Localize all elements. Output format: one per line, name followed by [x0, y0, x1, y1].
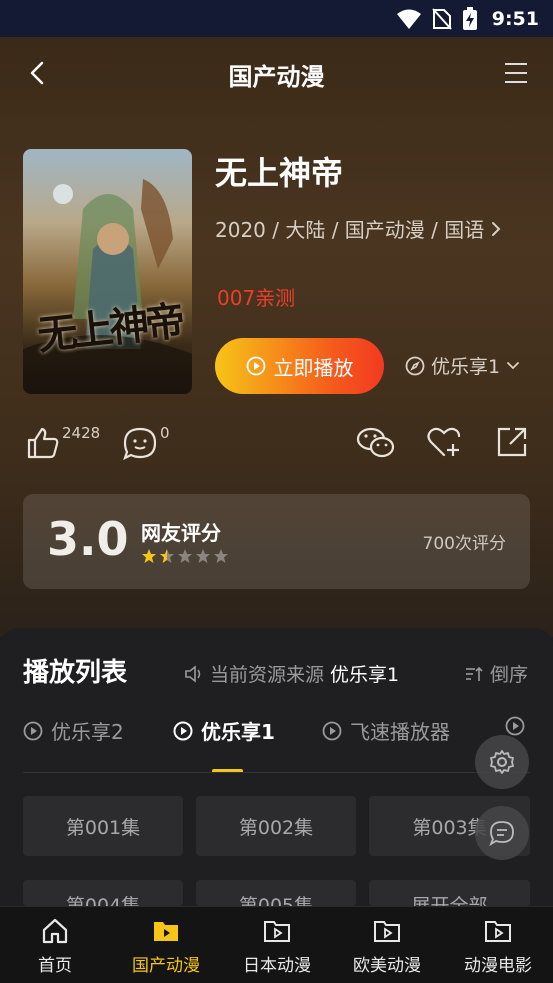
top-navbar: 国产动漫 — [0, 37, 553, 109]
nav-chinese-anime[interactable]: 国产动漫 — [111, 917, 221, 976]
episode-button[interactable]: 第004集 — [23, 880, 183, 906]
comment-count: 0 — [160, 424, 170, 442]
no-sim-icon — [431, 7, 452, 30]
current-source-info: 当前资源来源 优乐享1 — [184, 660, 414, 687]
episode-button[interactable]: 第002集 — [196, 796, 356, 856]
nav-label: 欧美动漫 — [353, 956, 421, 976]
tab-label: 优乐享2 — [51, 720, 124, 744]
status-time: 9:51 — [491, 7, 539, 30]
home-icon — [42, 918, 68, 944]
compass-icon — [405, 356, 425, 375]
anime-meta-text: 2020 / 大陆 / 国产动漫 / 国语 — [215, 218, 485, 242]
sort-label: 倒序 — [489, 664, 528, 686]
episode-button[interactable]: 第005集 — [196, 880, 356, 906]
video-folder-icon — [374, 921, 400, 942]
play-circle-icon — [505, 716, 525, 736]
video-folder-icon — [264, 921, 290, 942]
rating-card: 3.0 网友评分 700次评分 — [23, 494, 530, 589]
star-empty-icon — [178, 549, 192, 563]
tab-label: 优乐享1 — [201, 720, 275, 744]
message-icon — [489, 821, 514, 846]
nav-anime-movies[interactable]: 动漫电影 — [443, 917, 553, 976]
nav-label: 首页 — [38, 956, 72, 976]
play-circle-icon — [173, 721, 193, 740]
expand-all-label: 展开全部 — [411, 895, 488, 906]
gear-icon — [490, 750, 514, 774]
expand-all-button[interactable]: 展开全部 — [369, 880, 530, 906]
sort-button[interactable]: 倒序 — [464, 660, 528, 687]
episode-button[interactable]: 第001集 — [23, 796, 183, 856]
source-select-label: 优乐享1 — [431, 356, 501, 378]
tab-source-1[interactable]: 优乐享2 — [23, 716, 124, 745]
anime-title: 无上神帝 — [215, 154, 344, 192]
status-bar: 9:51 — [0, 0, 553, 37]
nav-home[interactable]: 首页 — [0, 917, 110, 976]
play-circle-icon — [322, 721, 342, 740]
nav-japanese-anime[interactable]: 日本动漫 — [222, 917, 332, 976]
anime-poster[interactable]: 无上神帝 — [23, 149, 192, 394]
play-now-label: 立即播放 — [273, 355, 354, 380]
nav-label: 国产动漫 — [132, 956, 200, 976]
page-title: 国产动漫 — [228, 63, 325, 91]
favorite-add-icon[interactable] — [426, 426, 462, 458]
speaker-icon — [185, 664, 201, 683]
like-button[interactable]: 2428 — [26, 424, 101, 460]
tabs-divider — [23, 772, 530, 773]
comment-fab[interactable] — [475, 806, 529, 860]
source-prefix: 当前资源来源 — [210, 664, 325, 686]
battery-charging-icon — [462, 6, 477, 30]
playlist-title: 播放列表 — [23, 658, 128, 688]
share-external-icon[interactable] — [496, 426, 528, 458]
rating-count: 700次评分 — [422, 534, 506, 554]
play-circle-icon — [246, 356, 265, 376]
action-row: 2428 0 — [0, 420, 553, 470]
tab-label: 飞速播放器 — [350, 720, 450, 744]
nav-label: 动漫电影 — [464, 956, 532, 976]
nav-western-anime[interactable]: 欧美动漫 — [332, 917, 442, 976]
settings-fab[interactable] — [475, 735, 529, 789]
anime-meta[interactable]: 2020 / 大陆 / 国产动漫 / 国语 — [215, 214, 502, 243]
tab-source-more[interactable] — [505, 716, 525, 736]
star-empty-icon — [214, 549, 228, 563]
source-tabs: 优乐享2 优乐享1 飞速播放器 — [0, 716, 553, 750]
play-now-button[interactable]: 立即播放 — [215, 338, 384, 394]
source-select[interactable]: 优乐享1 — [405, 352, 520, 379]
tested-label: 007亲测 — [217, 286, 296, 310]
sort-icon — [465, 666, 483, 681]
nav-label: 日本动漫 — [243, 956, 311, 976]
tab-source-3[interactable]: 飞速播放器 — [322, 716, 450, 745]
like-count: 2428 — [62, 424, 101, 442]
tab-source-2[interactable]: 优乐享1 — [173, 716, 275, 745]
star-full-icon — [142, 549, 156, 563]
bottom-navigation: 首页 国产动漫 日本动漫 欧美动漫 动漫电影 — [0, 906, 553, 983]
source-name: 优乐享1 — [330, 664, 400, 686]
play-circle-icon — [23, 721, 43, 740]
thumbs-up-icon — [27, 427, 59, 459]
menu-icon[interactable] — [503, 61, 529, 85]
video-folder-icon — [485, 921, 511, 942]
star-half-icon — [160, 549, 174, 563]
comment-bubble-icon — [123, 427, 157, 461]
rating-stars — [141, 548, 229, 564]
chevron-right-icon — [492, 221, 501, 236]
comment-button[interactable]: 0 — [122, 424, 170, 462]
video-folder-icon — [154, 922, 178, 941]
rating-label: 网友评分 — [141, 521, 221, 545]
wechat-share-icon[interactable] — [356, 426, 396, 460]
episode-label: 第005集 — [238, 895, 314, 906]
rating-score: 3.0 — [47, 512, 129, 566]
star-empty-icon — [196, 549, 210, 563]
chevron-down-icon — [507, 361, 519, 369]
wifi-icon — [396, 9, 421, 29]
episode-label: 第004集 — [65, 895, 141, 906]
